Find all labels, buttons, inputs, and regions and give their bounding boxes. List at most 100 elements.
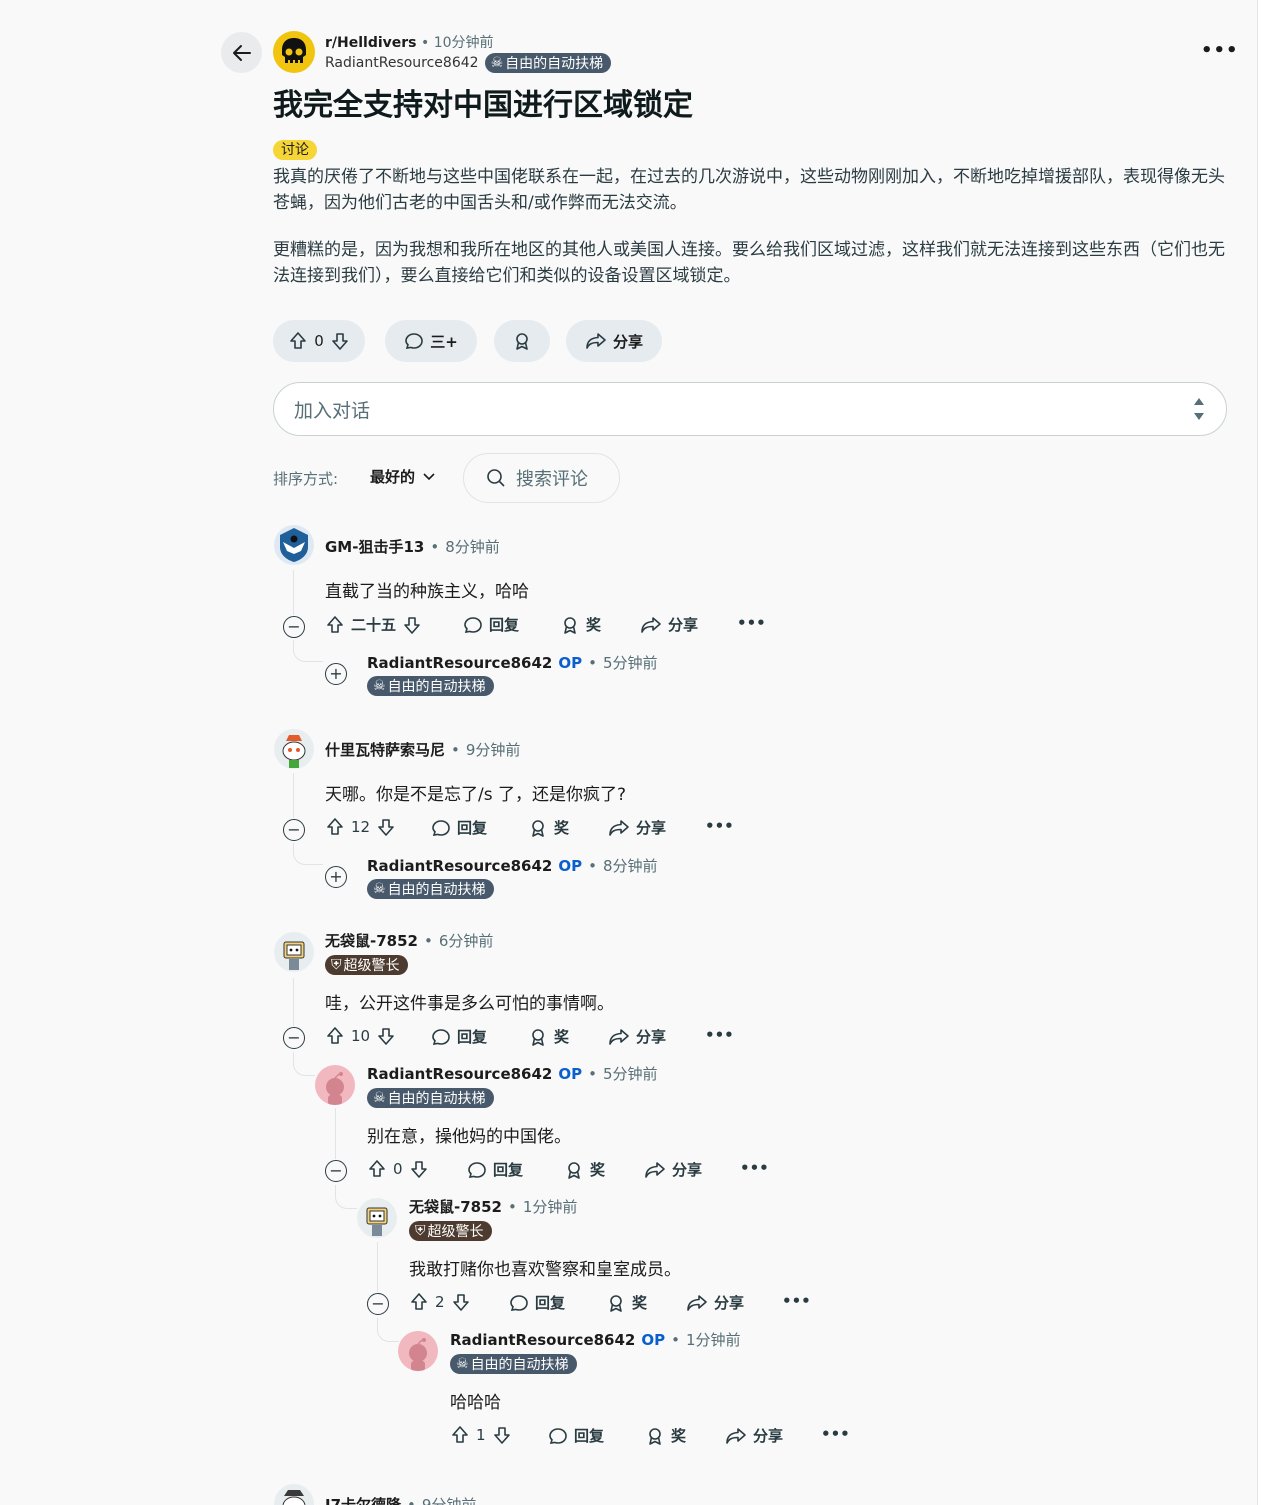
comment-time: 9分钟前 xyxy=(421,1496,477,1505)
post-flair-tag[interactable]: 讨论 xyxy=(273,140,317,160)
comment-author[interactable]: RadiantResource8642 xyxy=(450,1331,635,1349)
comment-author[interactable]: GM-狙击手13 xyxy=(325,536,424,557)
expand-icon[interactable]: + xyxy=(325,866,347,888)
reply-button[interactable]: 回复 xyxy=(509,1292,565,1313)
downvote-icon[interactable] xyxy=(376,817,396,837)
upvote-icon[interactable] xyxy=(409,1292,429,1312)
tv-head-avatar-icon xyxy=(283,941,305,970)
share-label: 分享 xyxy=(714,1294,745,1312)
reply-button[interactable]: 回复 xyxy=(431,817,487,838)
share-button[interactable]: 分享 xyxy=(608,817,666,838)
comment-actions: 10 回复 奖 分享 ••• xyxy=(325,1026,745,1050)
more-options-button[interactable]: ••• xyxy=(705,817,734,835)
vote-count: 0 xyxy=(314,332,324,350)
share-button[interactable]: 分享 xyxy=(725,1425,783,1446)
flair-icon: ☠ xyxy=(456,1356,469,1372)
upvote-icon[interactable] xyxy=(367,1159,387,1179)
subreddit-avatar[interactable] xyxy=(273,31,315,73)
reply-button[interactable]: 回复 xyxy=(467,1159,523,1180)
more-options-button[interactable]: ••• xyxy=(821,1425,850,1443)
comment-author[interactable]: RadiantResource8642 xyxy=(367,1065,552,1083)
reply-button[interactable]: 回复 xyxy=(431,1026,487,1047)
upvote-icon[interactable] xyxy=(450,1425,470,1445)
upvote-icon[interactable] xyxy=(325,615,345,635)
thread-line xyxy=(293,978,294,1026)
downvote-icon[interactable] xyxy=(376,1026,396,1046)
upvote-icon[interactable] xyxy=(325,817,345,837)
avatar[interactable] xyxy=(315,1065,355,1105)
comment-author[interactable]: 什里瓦特萨索马尼 xyxy=(325,739,445,760)
award-button[interactable]: 奖 xyxy=(606,1292,647,1313)
award-button[interactable]: 奖 xyxy=(560,614,601,635)
more-options-button[interactable]: ••• xyxy=(740,1159,769,1177)
downvote-icon[interactable] xyxy=(492,1425,512,1445)
avatar[interactable] xyxy=(398,1331,438,1371)
expand-icon[interactable]: + xyxy=(325,663,347,685)
flair: ☠ 自由的自动扶梯 xyxy=(367,676,494,696)
thread-curve xyxy=(293,843,323,865)
collapse-icon[interactable]: − xyxy=(283,1027,305,1049)
award-button[interactable]: 奖 xyxy=(645,1425,686,1446)
award-label: 奖 xyxy=(554,1028,570,1046)
share-button[interactable]: 分享 xyxy=(686,1292,744,1313)
comment-author[interactable]: RadiantResource8642 xyxy=(367,857,552,875)
subreddit-link[interactable]: r/Helldivers xyxy=(325,35,417,51)
avatar[interactable] xyxy=(274,525,314,565)
post-author[interactable]: RadiantResource8642 xyxy=(325,55,479,71)
comment-meta: RadiantResource8642 OP • 5分钟前 xyxy=(367,1063,658,1084)
user-flair: ☠ 自由的自动扶梯 xyxy=(367,1087,494,1108)
expand-arrows-icon[interactable] xyxy=(1192,396,1206,422)
post-author-line: RadiantResource8642 ☠ 自由的自动扶梯 xyxy=(325,53,612,73)
share-button[interactable]: 分享 xyxy=(644,1159,702,1180)
vote-count: 1 xyxy=(476,1426,486,1444)
flair: ☠ 自由的自动扶梯 xyxy=(367,1088,494,1108)
sort-value: 最好的 xyxy=(370,468,416,486)
search-comments-input[interactable]: 搜索评论 xyxy=(463,453,620,503)
comment-author[interactable]: J7卡尔德隆 xyxy=(325,1494,401,1505)
comment-author[interactable]: RadiantResource8642 xyxy=(367,654,552,672)
right-sidebar-edge xyxy=(1257,0,1280,1505)
downvote-icon[interactable] xyxy=(451,1292,471,1312)
comment-author[interactable]: 无袋鼠-7852 xyxy=(409,1196,502,1217)
share-icon xyxy=(686,1293,708,1313)
share-button[interactable]: 分享 xyxy=(608,1026,666,1047)
collapse-icon[interactable]: − xyxy=(325,1160,347,1182)
award-button[interactable]: 奖 xyxy=(528,1026,569,1047)
avatar[interactable] xyxy=(274,1484,314,1505)
upvote-icon[interactable] xyxy=(325,1026,345,1046)
more-options-button[interactable]: ••• xyxy=(1201,40,1239,61)
upvote-icon[interactable] xyxy=(288,331,308,351)
reply-button[interactable]: 回复 xyxy=(548,1425,604,1446)
collapse-icon[interactable]: − xyxy=(283,616,305,638)
post-time: 10分钟前 xyxy=(433,35,494,51)
downvote-icon[interactable] xyxy=(330,331,350,351)
sort-dropdown[interactable]: 最好的 xyxy=(370,466,435,487)
join-conversation-input[interactable]: 加入对话 xyxy=(273,382,1227,436)
award-button[interactable] xyxy=(494,320,550,362)
collapse-icon[interactable]: − xyxy=(367,1293,389,1315)
user-flair: ☠ 自由的自动扶梯 xyxy=(367,878,494,899)
award-button[interactable]: 奖 xyxy=(528,817,569,838)
avatar[interactable] xyxy=(274,729,314,769)
user-flair: ☠ 自由的自动扶梯 xyxy=(367,675,494,696)
share-button[interactable]: 分享 xyxy=(566,320,662,362)
back-button[interactable] xyxy=(221,32,262,73)
collapse-icon[interactable]: − xyxy=(283,819,305,841)
avatar[interactable] xyxy=(357,1198,397,1238)
downvote-icon[interactable] xyxy=(402,615,422,635)
user-flair: ⛨ 超级警长 xyxy=(409,1220,492,1241)
more-options-button[interactable]: ••• xyxy=(737,614,766,632)
separator-dot: • xyxy=(588,856,597,875)
downvote-icon[interactable] xyxy=(409,1159,429,1179)
award-button[interactable]: 奖 xyxy=(564,1159,605,1180)
comment-author[interactable]: 无袋鼠-7852 xyxy=(325,930,418,951)
more-options-button[interactable]: ••• xyxy=(782,1292,811,1310)
thread-line xyxy=(377,1242,378,1292)
avatar[interactable] xyxy=(274,932,314,972)
reply-button[interactable]: 回复 xyxy=(463,614,519,635)
comment-meta: 无袋鼠-7852 • 6分钟前 xyxy=(325,930,493,951)
more-options-button[interactable]: ••• xyxy=(705,1026,734,1044)
comments-button[interactable]: 三+ xyxy=(385,320,477,362)
share-button[interactable]: 分享 xyxy=(640,614,698,635)
comment-icon xyxy=(467,1160,487,1180)
